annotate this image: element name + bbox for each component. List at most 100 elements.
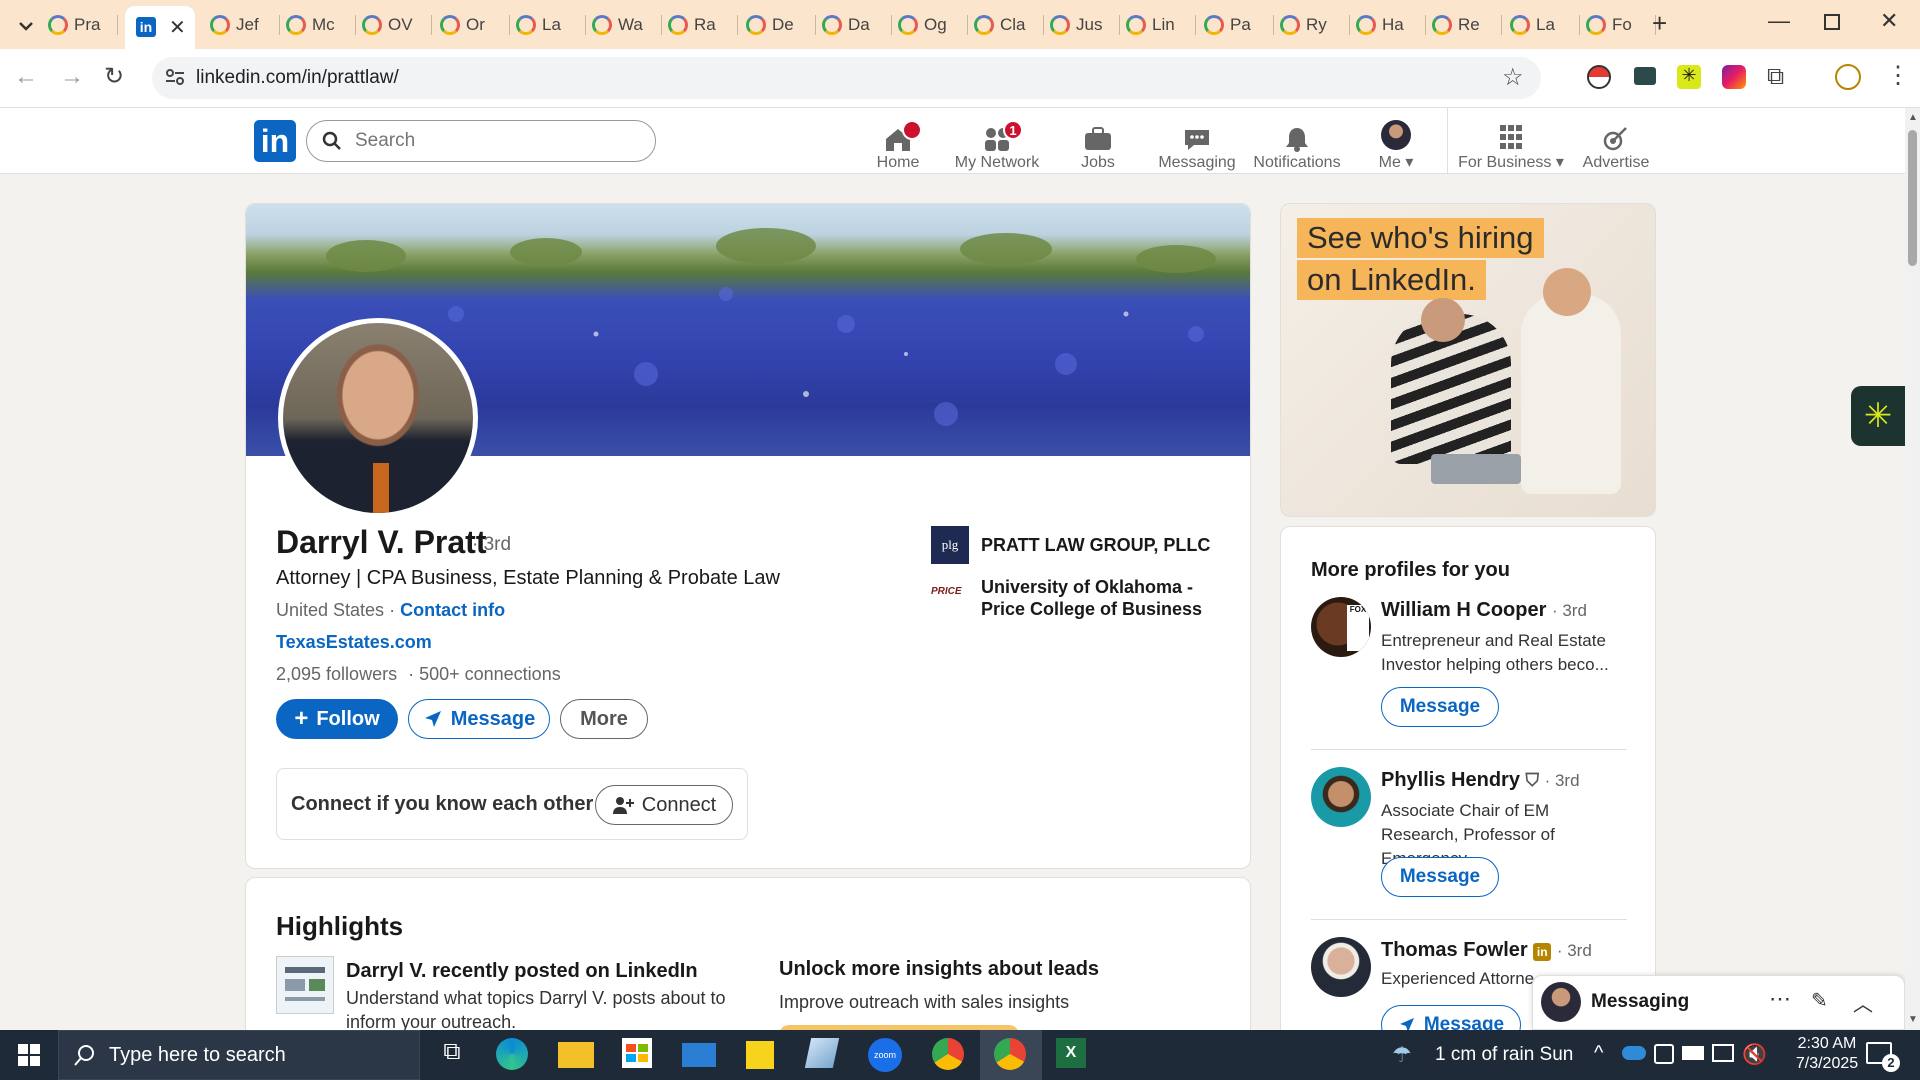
browser-tab[interactable]: Ha — [1356, 10, 1426, 40]
back-icon[interactable]: ← — [14, 63, 38, 91]
browser-tab[interactable]: OV — [362, 10, 432, 40]
notepad-icon[interactable] — [804, 1038, 840, 1068]
excel-icon[interactable]: X — [1056, 1038, 1086, 1068]
weather-text[interactable]: 1 cm of rain Sun — [1435, 1044, 1573, 1066]
nav-jobs[interactable]: Jobs — [1068, 116, 1128, 172]
extension-screen-icon[interactable] — [1634, 67, 1656, 85]
profile-name-william[interactable]: William H Cooper · 3rd — [1381, 599, 1587, 622]
browser-tab[interactable]: Og — [898, 10, 968, 40]
education-name[interactable]: University of Oklahoma - Price College o… — [981, 576, 1211, 620]
chrome-menu-icon[interactable]: ⋮ — [1886, 61, 1910, 90]
profile-avatar-thomas[interactable] — [1311, 937, 1371, 997]
network-status-icon[interactable] — [1712, 1044, 1734, 1062]
browser-tab[interactable]: Re — [1432, 10, 1502, 40]
follow-button[interactable]: + Follow — [276, 699, 398, 739]
clock[interactable]: 2:30 AM 7/3/2025 — [1782, 1034, 1872, 1074]
window-close-icon[interactable]: ✕ — [1880, 8, 1898, 34]
browser-tab[interactable]: Mc — [286, 10, 356, 40]
website-link[interactable]: TexasEstates.com — [276, 632, 432, 653]
tray-chevron-icon[interactable]: ^ — [1594, 1042, 1603, 1065]
linkedin-logo-icon[interactable]: in — [254, 120, 296, 162]
browser-tab[interactable]: Wa — [592, 10, 662, 40]
nav-home[interactable]: Home — [868, 116, 928, 172]
restore-icon[interactable] — [1824, 14, 1840, 30]
connections-count[interactable]: · 500+ connections — [408, 664, 561, 684]
sticky-notes-icon[interactable] — [746, 1041, 774, 1069]
page-scrollbar[interactable]: ▲ ▼ — [1905, 108, 1920, 1030]
taskbar-search-box[interactable]: Type here to search — [58, 1030, 420, 1080]
battery-icon[interactable] — [1682, 1046, 1704, 1060]
active-tab[interactable]: in ✕ — [125, 6, 195, 49]
task-view-icon[interactable]: ⧉ — [434, 1038, 470, 1072]
search-input[interactable] — [355, 129, 635, 153]
highlight-item-title[interactable]: Darryl V. recently posted on LinkedIn — [346, 960, 698, 983]
compose-icon[interactable]: ✎ — [1811, 988, 1828, 1013]
browser-tab[interactable]: De — [746, 10, 816, 40]
nav-advertise[interactable]: Advertise — [1576, 116, 1656, 172]
tab-search-icon[interactable] — [14, 14, 38, 38]
company-logo[interactable]: plg — [931, 526, 969, 564]
tab-close-icon[interactable]: ✕ — [169, 15, 186, 40]
messaging-options-icon[interactable]: ⋯ — [1769, 986, 1791, 1012]
mail-icon[interactable] — [682, 1043, 716, 1067]
browser-tab[interactable]: Pra — [48, 10, 118, 40]
microsoft-store-icon[interactable] — [622, 1038, 652, 1068]
extension-asterisk-icon[interactable]: ✳ — [1677, 65, 1701, 89]
browser-tab[interactable]: Da — [822, 10, 892, 40]
profile-avatar[interactable] — [278, 318, 478, 518]
onedrive-icon[interactable] — [1622, 1046, 1646, 1060]
bookmark-star-icon[interactable]: ☆ — [1502, 63, 1524, 92]
education-logo[interactable]: PRICE — [931, 586, 969, 597]
browser-tab[interactable]: La — [1510, 10, 1580, 40]
file-explorer-icon[interactable] — [558, 1042, 594, 1068]
chrome-profile-icon[interactable] — [994, 1038, 1026, 1070]
edge-browser-icon[interactable] — [496, 1038, 528, 1070]
search-box[interactable] — [306, 120, 656, 162]
nav-me[interactable]: Me ▾ — [1364, 116, 1428, 172]
profile-avatar-phyllis[interactable] — [1311, 767, 1371, 827]
chrome-icon[interactable] — [932, 1038, 964, 1070]
volume-muted-icon[interactable]: 🔇 — [1742, 1042, 1767, 1067]
browser-tab[interactable]: Cla — [974, 10, 1044, 40]
browser-tab[interactable]: La — [516, 10, 586, 40]
message-button-phyllis[interactable]: Message — [1381, 857, 1499, 897]
message-button[interactable]: Message — [408, 699, 550, 739]
browser-tab[interactable]: Lin — [1126, 10, 1196, 40]
nav-notifications[interactable]: Notifications — [1250, 116, 1344, 172]
followers-count[interactable]: 2,095 followers — [276, 664, 397, 684]
profile-name-thomas[interactable]: Thomas Fowler in · 3rd — [1381, 939, 1592, 962]
nav-messaging[interactable]: Messaging — [1152, 116, 1242, 172]
minimize-icon[interactable]: — — [1768, 8, 1790, 34]
weather-rain-icon[interactable]: ☂ — [1392, 1042, 1412, 1068]
scrollbar-thumb[interactable] — [1908, 130, 1917, 266]
ad-card[interactable]: See who's hiring on LinkedIn. — [1280, 203, 1656, 517]
contact-info-link[interactable]: Contact info — [400, 600, 505, 620]
extension-camera-icon[interactable] — [1722, 65, 1746, 89]
browser-tab[interactable]: Or — [440, 10, 510, 40]
message-button-william[interactable]: Message — [1381, 687, 1499, 727]
browser-tab[interactable]: Jef — [210, 10, 280, 40]
reload-icon[interactable]: ↻ — [104, 62, 124, 91]
chevron-up-icon[interactable]: ︿ — [1853, 988, 1873, 1017]
messaging-dock[interactable]: Messaging ⋯ ✎ ︿ — [1532, 975, 1905, 1030]
profile-avatar-icon[interactable] — [1835, 64, 1861, 90]
zoom-icon[interactable]: zoom — [868, 1038, 902, 1072]
connect-button[interactable]: Connect — [595, 785, 733, 825]
extension-pokeball-icon[interactable] — [1587, 65, 1611, 89]
profile-avatar-william[interactable]: FOX — [1311, 597, 1371, 657]
nav-my-network[interactable]: My Network 1 — [952, 116, 1042, 172]
browser-tab[interactable]: Ra — [668, 10, 738, 40]
more-button[interactable]: More — [560, 699, 648, 739]
new-tab-icon[interactable]: + — [1652, 8, 1667, 39]
browser-tab[interactable]: Ry — [1280, 10, 1350, 40]
site-info-icon[interactable] — [164, 66, 186, 93]
windows-start-icon[interactable] — [18, 1044, 40, 1066]
nav-for-business[interactable]: For Business ▾ — [1456, 116, 1566, 172]
forward-icon[interactable]: → — [60, 63, 84, 91]
browser-tab[interactable]: Jus — [1050, 10, 1120, 40]
profile-name-phyllis[interactable]: Phyllis Hendry ⛉ · 3rd — [1381, 769, 1580, 792]
extension-floating-asterisk-icon[interactable]: ✳ — [1851, 386, 1905, 446]
meet-now-icon[interactable] — [1654, 1044, 1674, 1064]
browser-tab[interactable]: Pa — [1204, 10, 1274, 40]
company-name[interactable]: PRATT LAW GROUP, PLLC — [981, 535, 1210, 556]
